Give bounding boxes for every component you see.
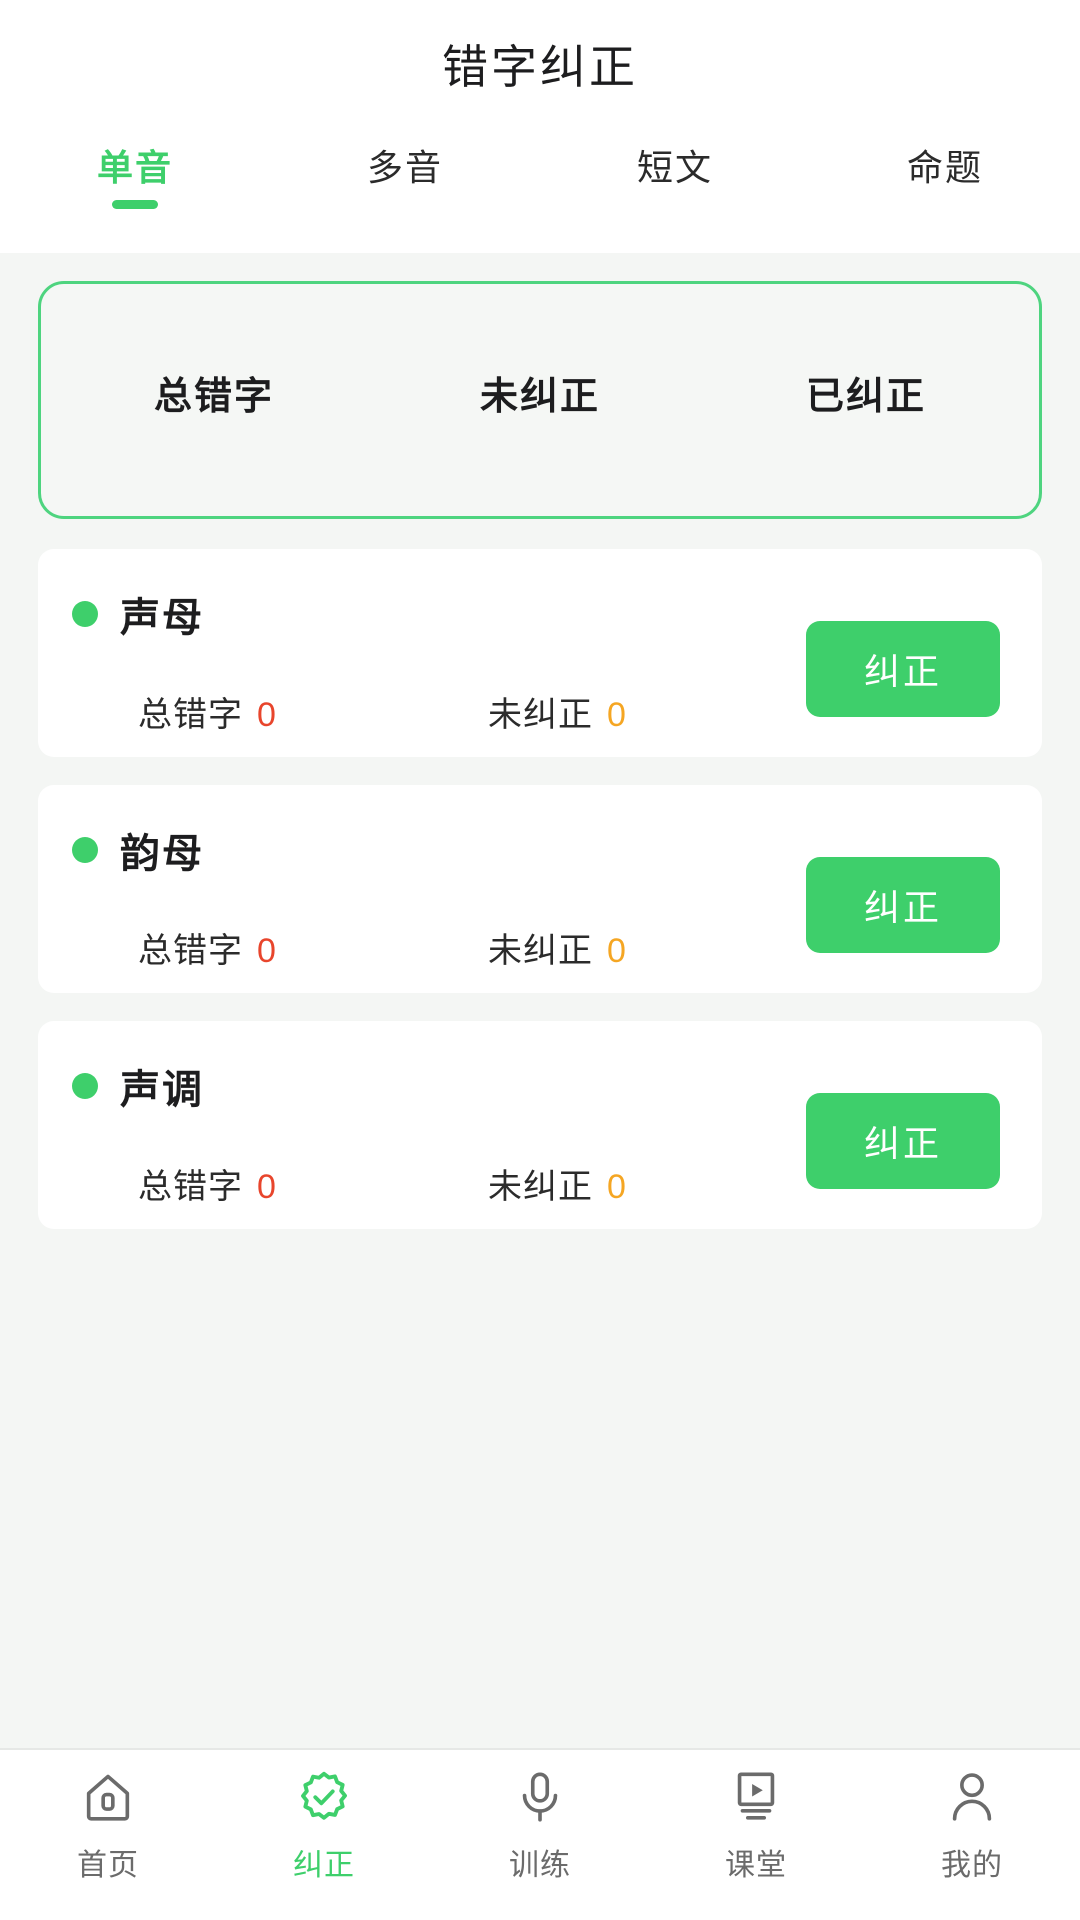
bottom-navigation: 首页 纠正 训练 课堂 我的 <box>0 1748 1080 1920</box>
correct-button[interactable]: 纠正 <box>806 621 1000 717</box>
status-dot-icon <box>72 1073 98 1099</box>
microphone-icon <box>509 1766 571 1828</box>
nav-item-correction[interactable]: 纠正 <box>216 1766 432 1884</box>
tab-label: 短文 <box>636 147 713 188</box>
summary-card: 总错字 未纠正 已纠正 <box>38 281 1042 519</box>
category-tabbar: 单音 多音 短文 命题 <box>0 128 1080 253</box>
stat-total-label: 总错字 <box>138 932 243 970</box>
tab-mingti[interactable]: 命题 <box>810 150 1080 209</box>
stat-total-value: 0 <box>257 932 277 970</box>
nav-item-home[interactable]: 首页 <box>0 1766 216 1884</box>
tab-label: 命题 <box>906 147 983 188</box>
tab-duoyin[interactable]: 多音 <box>270 150 540 209</box>
stat-uncorrected: 未纠正 0 <box>488 1159 627 1208</box>
page-header: 错字纠正 <box>0 0 1080 128</box>
list-item[interactable]: 声调 总错字 0 未纠正 0 纠正 <box>38 1021 1042 1229</box>
tab-active-indicator <box>652 200 698 209</box>
correct-button[interactable]: 纠正 <box>806 857 1000 953</box>
stat-uncorrected-value: 0 <box>607 696 627 734</box>
stat-uncorrected-label: 未纠正 <box>488 696 593 734</box>
classroom-monitor-icon <box>725 1766 787 1828</box>
nav-label: 训练 <box>509 1849 571 1882</box>
tab-duanwen[interactable]: 短文 <box>540 150 810 209</box>
tab-active-indicator <box>922 200 968 209</box>
app-root: 错字纠正 单音 多音 短文 命题 总错字 未纠正 已纠正 声母 总错字 0 未纠… <box>0 0 1080 1920</box>
stat-uncorrected: 未纠正 0 <box>488 923 627 972</box>
nav-label: 纠正 <box>293 1849 355 1882</box>
nav-item-training[interactable]: 训练 <box>432 1766 648 1884</box>
stat-uncorrected-value: 0 <box>607 932 627 970</box>
stat-total: 总错字 0 <box>138 687 488 736</box>
content-area: 总错字 未纠正 已纠正 声母 总错字 0 未纠正 0 纠正 韵母 总错字 0 未… <box>0 253 1080 1920</box>
stat-total-label: 总错字 <box>138 1168 243 1206</box>
summary-column-corrected: 已纠正 <box>703 365 1029 436</box>
item-title: 韵母 <box>120 832 204 876</box>
stat-uncorrected-label: 未纠正 <box>488 932 593 970</box>
summary-label: 总错字 <box>153 375 274 418</box>
stat-uncorrected-value: 0 <box>607 1168 627 1206</box>
summary-column-total: 总错字 <box>51 365 377 436</box>
summary-label: 未纠正 <box>479 375 600 418</box>
tab-active-indicator <box>112 200 158 209</box>
item-title: 声母 <box>120 596 204 640</box>
tab-active-indicator <box>382 200 428 209</box>
home-icon <box>77 1766 139 1828</box>
summary-column-uncorrected: 未纠正 <box>377 365 703 436</box>
person-icon <box>941 1766 1003 1828</box>
stat-total-label: 总错字 <box>138 696 243 734</box>
stat-total: 总错字 0 <box>138 1159 488 1208</box>
stat-total: 总错字 0 <box>138 923 488 972</box>
nav-item-classroom[interactable]: 课堂 <box>648 1766 864 1884</box>
list-item[interactable]: 韵母 总错字 0 未纠正 0 纠正 <box>38 785 1042 993</box>
item-title: 声调 <box>120 1068 204 1112</box>
stat-total-value: 0 <box>257 1168 277 1206</box>
summary-label: 已纠正 <box>805 375 926 418</box>
tab-label: 多音 <box>366 147 443 188</box>
nav-label: 课堂 <box>725 1849 787 1882</box>
tab-label: 单音 <box>96 147 173 188</box>
stat-uncorrected: 未纠正 0 <box>488 687 627 736</box>
status-dot-icon <box>72 837 98 863</box>
nav-label: 我的 <box>941 1849 1003 1882</box>
correct-button[interactable]: 纠正 <box>806 1093 1000 1189</box>
nav-label: 首页 <box>77 1849 139 1882</box>
badge-check-icon <box>293 1766 355 1828</box>
status-dot-icon <box>72 601 98 627</box>
stat-total-value: 0 <box>257 696 277 734</box>
nav-item-profile[interactable]: 我的 <box>864 1766 1080 1884</box>
stat-uncorrected-label: 未纠正 <box>488 1168 593 1206</box>
tab-danyin[interactable]: 单音 <box>0 150 270 209</box>
page-title: 错字纠正 <box>442 41 638 93</box>
list-item[interactable]: 声母 总错字 0 未纠正 0 纠正 <box>38 549 1042 757</box>
